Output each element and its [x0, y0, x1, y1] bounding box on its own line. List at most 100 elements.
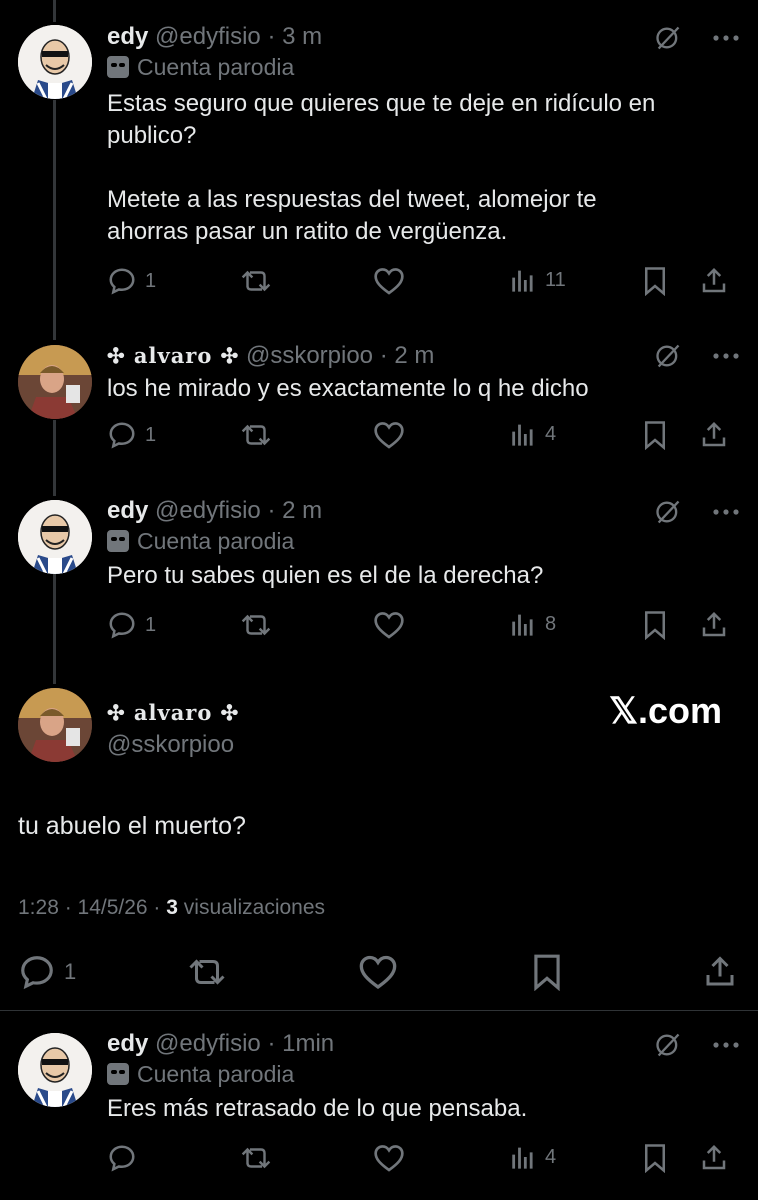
views-count: 4 [545, 1145, 557, 1168]
tweet-text: Eres más retrasado de lo que pensaba. [107, 1095, 528, 1122]
avatar[interactable] [18, 345, 92, 419]
reply-button[interactable]: 1 [18, 953, 76, 991]
handle[interactable]: @edyfisio [155, 23, 261, 50]
like-button[interactable] [373, 1143, 405, 1173]
reply-icon [109, 612, 135, 639]
parody-label: Cuenta parodia [137, 1061, 295, 1087]
more-icon[interactable] [712, 34, 740, 42]
views-icon [512, 614, 533, 636]
parody-label: Cuenta parodia [137, 54, 295, 80]
grok-icon[interactable] [654, 498, 682, 526]
post-timestamp[interactable]: 1:28 · 14/5/26 · [18, 896, 166, 919]
reply-count: 1 [145, 423, 157, 446]
avatar[interactable] [18, 500, 92, 574]
parody-label: Cuenta parodia [137, 528, 295, 554]
tweet-text: Pero tu sabes quien es el de la derecha? [107, 562, 544, 589]
tweet-text: Estas seguro que quieres que te deje en … [107, 90, 656, 245]
bookmark-button[interactable] [641, 1143, 669, 1173]
share-icon [706, 956, 734, 986]
repost-icon [241, 1147, 271, 1169]
handle[interactable]: @sskorpioo [107, 730, 738, 760]
display-name[interactable]: edy [107, 1030, 148, 1057]
like-button[interactable] [373, 610, 405, 640]
views-count: 4 [545, 422, 557, 445]
parody-mask-icon [107, 56, 129, 78]
grok-icon[interactable] [654, 1031, 682, 1059]
like-button[interactable] [358, 953, 398, 991]
bookmark-button[interactable] [641, 420, 669, 450]
tweet-2[interactable]: ✣ alvaro ✣ @sskorpioo · 2 m los he mirad… [0, 330, 758, 480]
share-button[interactable] [699, 266, 729, 296]
more-icon[interactable] [712, 352, 740, 360]
views-icon [512, 424, 533, 446]
grok-icon[interactable] [654, 24, 682, 52]
reply-button[interactable]: 1 [107, 266, 156, 296]
bookmark-button[interactable] [641, 610, 669, 640]
bookmark-button[interactable] [530, 953, 564, 991]
bookmark-icon [534, 954, 560, 991]
reply-button[interactable]: 1 [107, 420, 156, 450]
tweet-3[interactable]: edy @edyfisio · 2 m Cuenta parodia Pero … [0, 480, 758, 670]
avatar[interactable] [18, 1033, 92, 1107]
more-icon[interactable] [712, 508, 740, 516]
views-label: visualizaciones [177, 896, 326, 919]
views-icon [512, 1147, 533, 1169]
heart-icon [359, 955, 397, 990]
tweet-meta: 1:28 · 14/5/26 · 3 visualizaciones [18, 896, 325, 920]
share-button[interactable] [702, 953, 738, 991]
like-button[interactable] [373, 420, 405, 450]
views-count: 3 [166, 896, 178, 919]
handle[interactable]: @edyfisio [155, 497, 261, 524]
share-button[interactable] [699, 1143, 729, 1173]
like-button[interactable] [373, 266, 405, 296]
avatar-image [18, 500, 92, 574]
avatar[interactable] [18, 25, 92, 99]
repost-button[interactable] [239, 610, 273, 640]
grok-icon[interactable] [654, 342, 682, 370]
display-name[interactable]: edy [107, 23, 148, 50]
views-button[interactable]: 4 [509, 1143, 556, 1171]
handle[interactable]: @edyfisio [155, 1030, 261, 1057]
tweet-text: tu abuelo el muerto? [18, 812, 246, 840]
display-name[interactable]: ✣ alvaro ✣ [107, 700, 239, 725]
repost-button[interactable] [239, 266, 273, 296]
reply-icon [109, 422, 135, 449]
repost-icon [241, 614, 271, 636]
share-button[interactable] [699, 420, 729, 450]
views-button[interactable]: 11 [509, 266, 566, 294]
heart-icon [374, 612, 404, 639]
reply-icon [109, 268, 135, 295]
timestamp[interactable]: · 2 m [380, 342, 435, 369]
tweet-reply[interactable]: edy @edyfisio · 1min Cuenta parodia Eres… [0, 1011, 758, 1200]
repost-button[interactable] [186, 953, 228, 991]
timestamp[interactable]: · 1min [267, 1030, 334, 1057]
bookmark-icon [645, 267, 665, 296]
avatar[interactable] [18, 688, 92, 762]
views-count: 8 [545, 612, 557, 635]
heart-icon [374, 268, 404, 295]
display-name[interactable]: edy [107, 497, 148, 524]
share-icon [702, 421, 726, 447]
tweet-1[interactable]: edy @edyfisio · 3 m Cuenta parodia Estas… [0, 0, 758, 330]
reply-icon [109, 1145, 135, 1172]
heart-icon [374, 1145, 404, 1172]
share-icon [702, 611, 726, 637]
repost-button[interactable] [239, 1143, 273, 1173]
share-button[interactable] [699, 610, 729, 640]
handle[interactable]: @sskorpioo [246, 342, 373, 369]
parody-badge: Cuenta parodia [107, 52, 738, 82]
parody-badge: Cuenta parodia [107, 1059, 738, 1089]
views-button[interactable]: 4 [509, 420, 556, 448]
bookmark-button[interactable] [641, 266, 669, 296]
repost-button[interactable] [239, 420, 273, 450]
views-icon [512, 270, 533, 292]
reply-count: 1 [64, 959, 77, 984]
views-button[interactable]: 8 [509, 610, 556, 638]
timestamp[interactable]: · 2 m [267, 497, 322, 524]
heart-icon [374, 422, 404, 449]
reply-button[interactable] [107, 1143, 137, 1173]
display-name[interactable]: ✣ alvaro ✣ [107, 343, 239, 368]
more-icon[interactable] [712, 1041, 740, 1049]
timestamp[interactable]: · 3 m [267, 23, 322, 50]
reply-button[interactable]: 1 [107, 610, 156, 640]
